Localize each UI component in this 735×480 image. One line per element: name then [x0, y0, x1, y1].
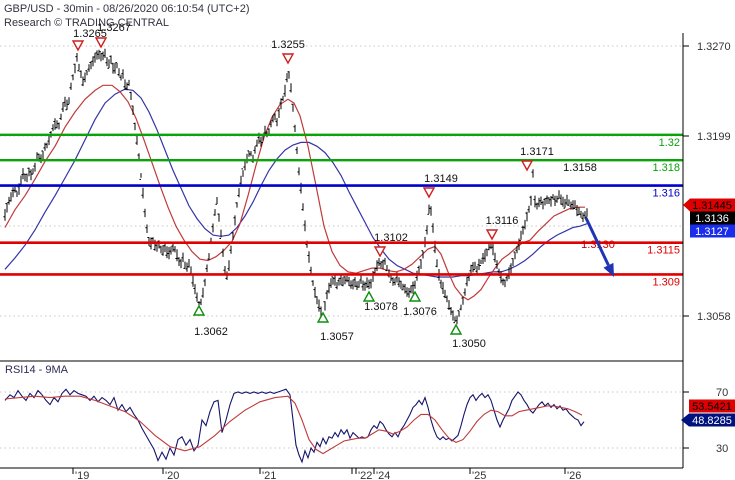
support-marker	[449, 323, 463, 335]
level-label: 1.3115	[647, 245, 680, 257]
price-tick-label: 1.3199	[697, 131, 731, 143]
resistance-label: 1.3102	[374, 232, 408, 244]
date-label: '22	[358, 470, 372, 480]
date-label: '25	[472, 470, 486, 480]
resistance-label: 1.3149	[424, 173, 458, 185]
level-label: 1.32	[659, 137, 680, 149]
date-label: '21	[262, 470, 276, 480]
rsi-tick-label: 70	[716, 387, 728, 399]
date-label: '20	[165, 470, 179, 480]
resistance-label: 1.3116	[486, 215, 519, 227]
resistance-marker	[520, 160, 534, 172]
date-label: '19	[75, 470, 89, 480]
rsi-line	[4, 388, 585, 464]
ma-slow-line	[4, 88, 588, 278]
support-label: 1.3076	[403, 306, 437, 318]
price-badge-text: 1.3127	[695, 226, 729, 238]
support-label: 1.3078	[364, 301, 398, 313]
resistance-label: 1.3171	[520, 146, 554, 158]
price-tick-label: 1.3058	[697, 311, 731, 323]
price-badge-text: 1.3136	[695, 213, 729, 225]
resistance-marker	[485, 229, 499, 241]
price-chart-svg: 1.321.3181.3161.31151.3091.32651.32671.3…	[0, 22, 735, 480]
rsi-badge-text: 48.8285	[692, 415, 732, 427]
support-label: 1.3057	[320, 331, 354, 343]
support-marker	[316, 311, 330, 323]
price-annotation: 1.3158	[563, 162, 597, 174]
rsi-badge-text: 53.5421	[692, 401, 732, 413]
price-tick-label: 1.3270	[697, 41, 731, 53]
date-label: '24	[376, 470, 390, 480]
price-badge-text: 1.31445	[692, 200, 732, 212]
level-label: 1.318	[652, 162, 680, 174]
ma-fast-line	[4, 84, 585, 301]
resistance-label: 1.3267	[97, 22, 131, 34]
rsi-tick-label: 30	[716, 443, 728, 455]
support-marker	[362, 290, 376, 302]
support-label: 1.3062	[194, 326, 228, 338]
date-label: '26	[567, 470, 581, 480]
level-label: 1.309	[652, 276, 680, 288]
support-label: 1.3050	[452, 338, 486, 350]
resistance-label: 1.3255	[271, 39, 305, 51]
support-marker	[192, 304, 206, 316]
resistance-marker	[281, 53, 295, 65]
trading-chart-window: GBP/USD - 30min - 08/26/2020 06:10:54 (U…	[0, 0, 735, 480]
resistance-marker	[422, 187, 436, 199]
level-label: 1.316	[652, 188, 680, 200]
